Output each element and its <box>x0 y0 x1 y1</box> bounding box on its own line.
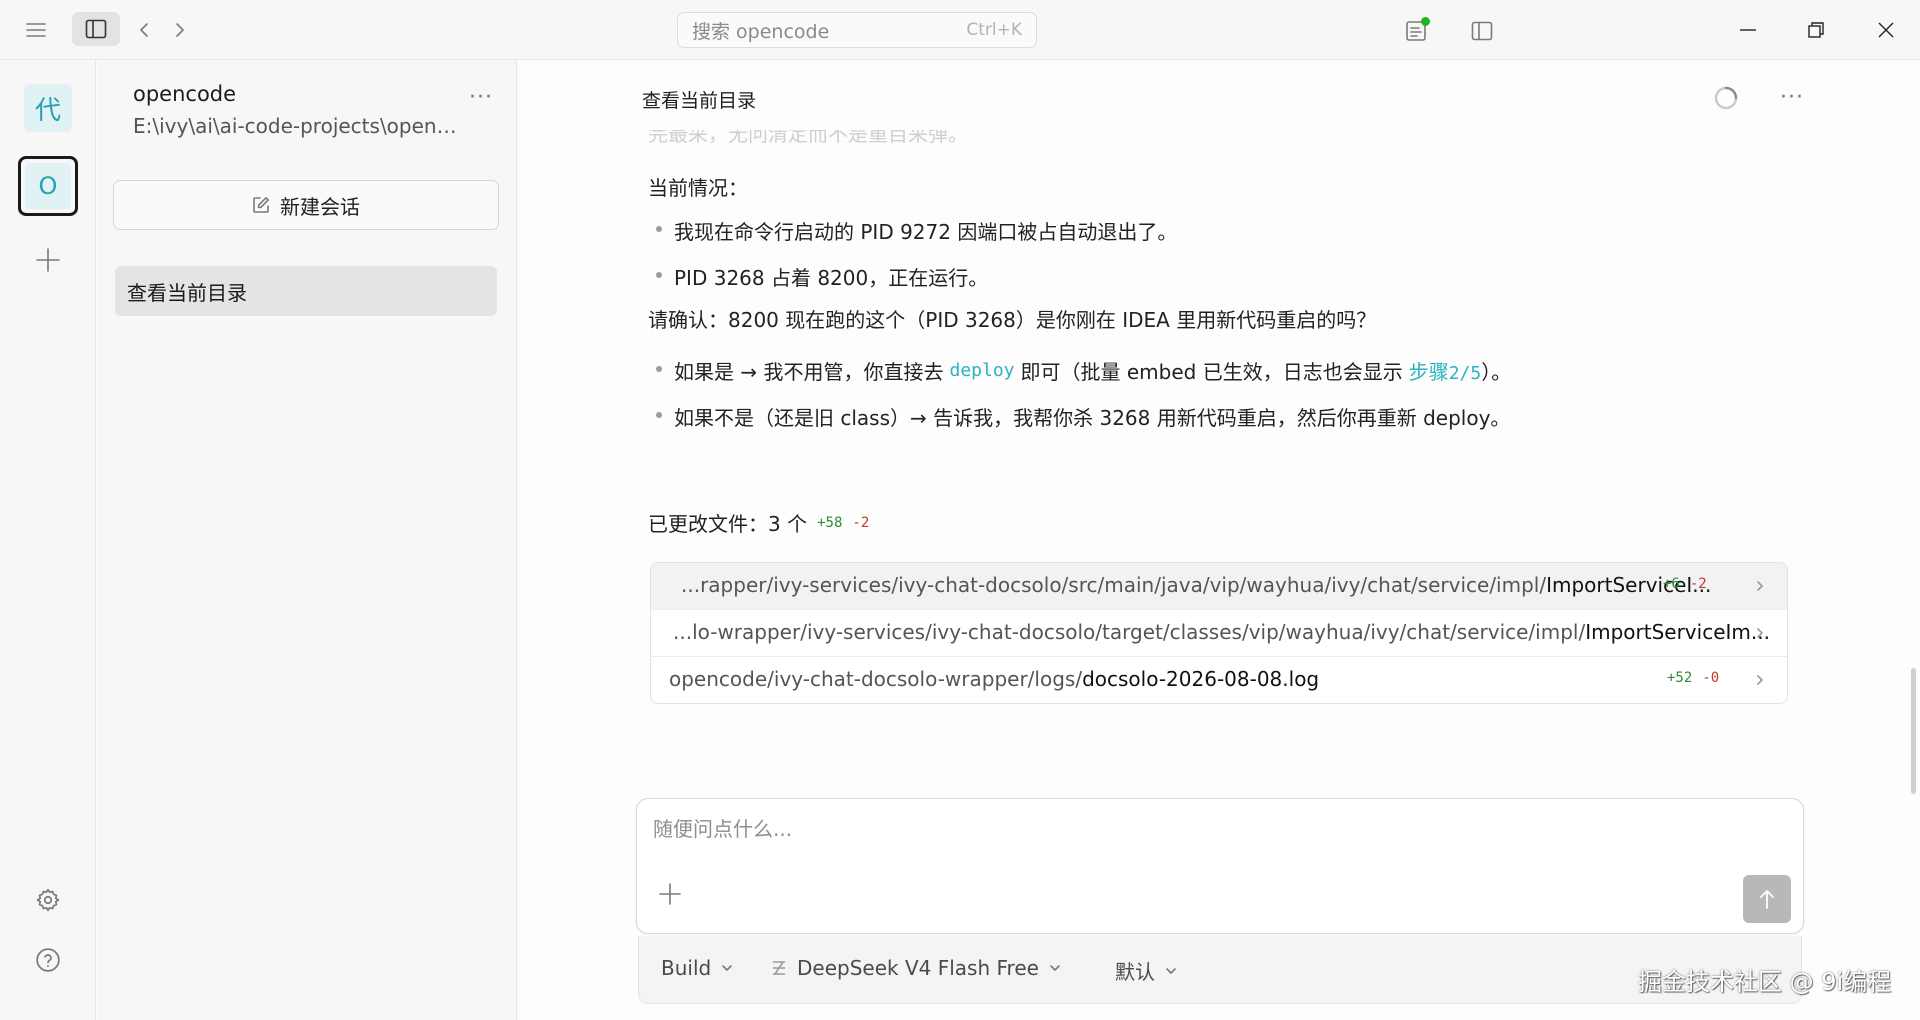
review-panel-button[interactable] <box>1396 14 1436 48</box>
back-icon[interactable] <box>130 14 158 46</box>
help-icon[interactable] <box>30 942 66 978</box>
project-name: opencode <box>133 82 237 106</box>
composer-toolbar: Build DeepSeek V4 Flash Free 默认 <box>638 936 1802 1004</box>
file-stats: +52 -0 <box>1667 670 1720 686</box>
faded-scrolled-text: 完最采，无问清定而不是重目采弹。 <box>648 130 968 144</box>
add-project-icon[interactable] <box>30 242 66 278</box>
file-path: ...rapper/ivy-services/ivy-chat-docsolo/… <box>681 573 1712 597</box>
search-bar[interactable]: 搜索 opencode Ctrl+K <box>677 12 1037 48</box>
status-dot <box>1421 17 1430 26</box>
step-link[interactable]: 步骤2/5 <box>1409 356 1482 385</box>
close-icon[interactable] <box>1860 10 1912 50</box>
prompt-input[interactable] <box>653 813 1653 845</box>
chat-main: 查看当前目录 ··· 完最采，无问清定而不是重目采弹。 当前情况： 我现在命令行… <box>518 60 1920 1020</box>
menu-icon[interactable] <box>18 14 54 46</box>
project-avatar-label: O <box>25 163 71 209</box>
status-heading: 当前情况： <box>648 176 748 200</box>
lines-added: +58 <box>817 514 843 531</box>
attach-icon[interactable] <box>657 881 685 909</box>
gear-icon[interactable] <box>30 882 66 918</box>
session-item[interactable]: 查看当前目录 <box>115 266 497 316</box>
project-more-button[interactable]: ··· <box>463 82 499 112</box>
file-path: opencode/ivy-chat-docsolo-wrapper/logs/d… <box>669 667 1320 691</box>
file-path: ...lo-wrapper/ivy-services/ivy-chat-docs… <box>673 620 1770 644</box>
search-shortcut: Ctrl+K <box>966 20 1022 40</box>
project-avatar-label: 代 <box>34 95 61 126</box>
edit-icon <box>253 197 269 213</box>
project-path: E:\ivy\ai\ai-code-projects\openc... <box>133 114 463 138</box>
project-avatar-opencode[interactable]: O <box>18 156 78 216</box>
new-session-button[interactable]: 新建会话 <box>113 180 499 230</box>
lines-removed: -2 <box>852 514 870 531</box>
chevron-down-icon <box>1050 965 1060 971</box>
file-row[interactable]: ...lo-wrapper/ivy-services/ivy-chat-docs… <box>651 610 1787 657</box>
watermark: 掘金技术社区 @ 9i编程 <box>1638 968 1892 996</box>
forward-icon[interactable] <box>166 14 194 46</box>
send-button[interactable] <box>1743 875 1791 923</box>
file-stats: +6 -2 <box>1663 576 1707 592</box>
list-item: 我现在命令行启动的 PID 9272 因端口被占自动退出了。 <box>655 216 1177 245</box>
search-placeholder: 搜索 opencode <box>692 20 830 43</box>
file-row[interactable]: ...rapper/ivy-services/ivy-chat-docsolo/… <box>651 563 1787 610</box>
inline-code: deploy <box>949 360 1015 381</box>
agent-select[interactable]: Build <box>661 956 733 980</box>
new-session-label: 新建会话 <box>280 194 360 219</box>
changed-files-label: 已更改文件：3 个 <box>648 512 808 536</box>
chevron-right-icon <box>1757 628 1763 638</box>
restore-icon[interactable] <box>1790 10 1842 50</box>
loading-spinner-icon <box>1712 84 1740 112</box>
list-item: 如果不是（还是旧 class）→ 告诉我，我帮你杀 3268 用新代码重启，然后… <box>655 402 1510 431</box>
model-select[interactable]: DeepSeek V4 Flash Free <box>771 956 1061 980</box>
chevron-down-icon <box>722 965 733 971</box>
variant-select[interactable]: 默认 <box>1115 956 1177 985</box>
confirm-question: 请确认：8200 现在跑的这个（PID 3268）是你刚在 IDEA 里用新代码… <box>648 308 1377 332</box>
file-row[interactable]: opencode/ivy-chat-docsolo-wrapper/logs/d… <box>651 657 1787 703</box>
title-bar: 搜索 opencode Ctrl+K <box>0 0 1920 60</box>
chat-more-button[interactable]: ··· <box>1772 82 1812 112</box>
chevron-right-icon <box>1757 581 1763 591</box>
changed-files-summary: 已更改文件：3 个 +58 -2 <box>648 508 869 537</box>
right-panel-icon[interactable] <box>1462 14 1502 48</box>
prompt-composer <box>636 798 1804 934</box>
chevron-right-icon <box>1757 675 1763 685</box>
project-avatar-dai[interactable]: 代 <box>24 84 72 132</box>
list-item: 如果是 → 我不用管，你直接去 deploy 即可（批量 embed 已生效，日… <box>655 356 1511 385</box>
sidebar-toggle-button[interactable] <box>72 12 120 46</box>
session-panel: opencode E:\ivy\ai\ai-code-projects\open… <box>97 60 517 1020</box>
arrow-up-icon <box>1760 890 1774 909</box>
session-title: 查看当前目录 <box>127 280 247 305</box>
changed-files-list: ...rapper/ivy-services/ivy-chat-docsolo/… <box>650 562 1788 704</box>
minimize-icon[interactable] <box>1722 10 1774 50</box>
model-provider-icon <box>773 961 785 975</box>
chat-title: 查看当前目录 <box>642 90 757 112</box>
list-item: PID 3268 占着 8200，正在运行。 <box>655 262 988 291</box>
chevron-down-icon <box>1166 967 1176 974</box>
scrollbar-thumb[interactable] <box>1911 668 1916 794</box>
